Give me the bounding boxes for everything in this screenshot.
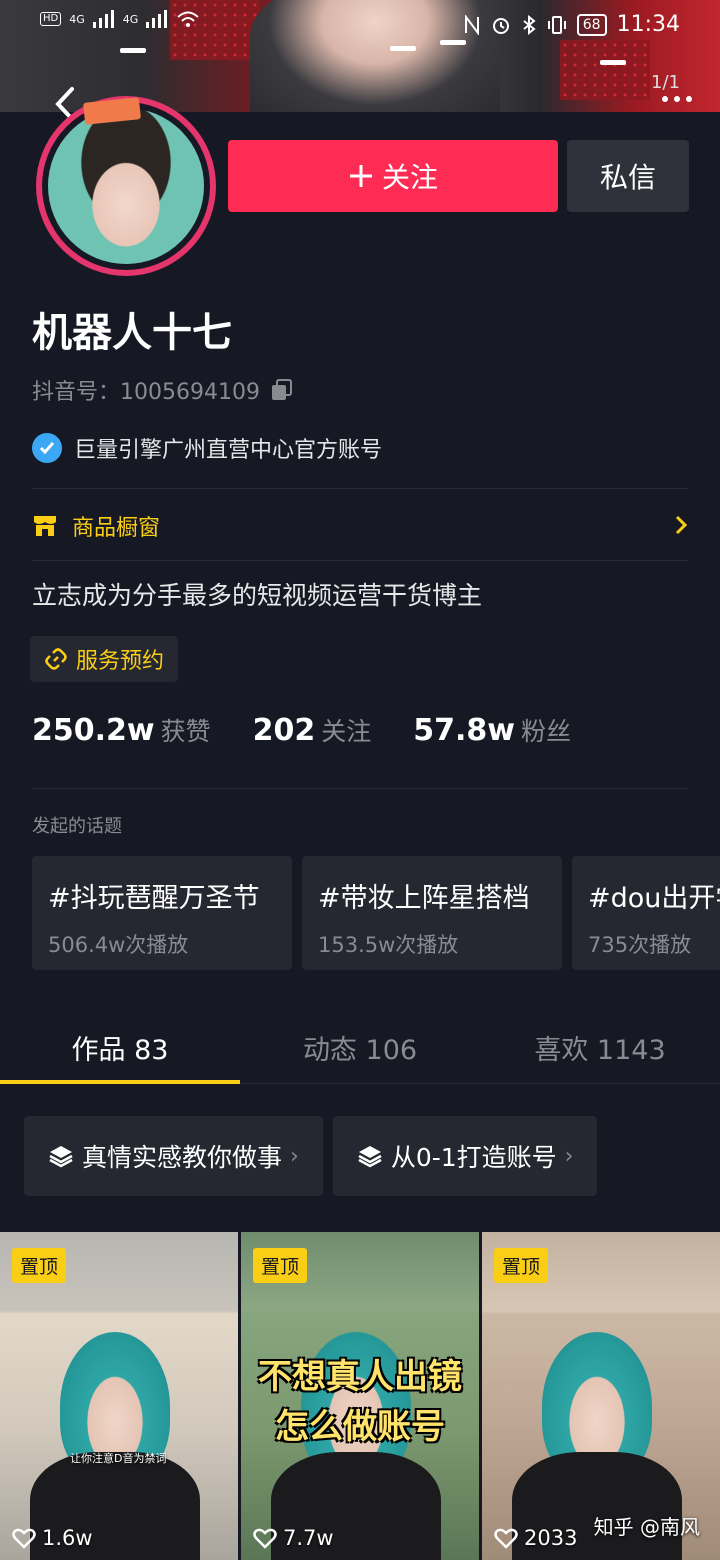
status-bar: HD 4G 4G 68 11:34 <box>0 0 720 50</box>
divider <box>32 488 688 489</box>
follow-button[interactable]: 关注 <box>228 140 558 212</box>
avatar-photo <box>48 108 204 264</box>
pinned-badge: 置顶 <box>494 1248 549 1283</box>
hd-indicator: HD <box>40 12 62 26</box>
divider <box>32 560 688 561</box>
nfc-icon <box>464 14 479 35</box>
battery-indicator: 68 <box>576 13 607 36</box>
chevron-right-icon <box>675 515 688 535</box>
tab-activity[interactable]: 动态 106 <box>240 1008 480 1083</box>
profile-tabs: 作品 83 动态 106 喜欢 1143 <box>0 1008 720 1084</box>
wifi-icon <box>177 11 199 27</box>
follow-label: 关注 <box>381 161 438 194</box>
topics-list: #抖玩琶醒万圣节 506.4w次播放 #带妆上阵星搭档 153.5w次播放 #d… <box>32 856 720 970</box>
verified-row: 巨量引擎广州直营中心官方账号 <box>32 432 382 464</box>
verified-text: 巨量引擎广州直营中心官方账号 <box>74 438 383 463</box>
avatar[interactable] <box>36 96 216 276</box>
copy-icon[interactable] <box>270 378 294 402</box>
more-icon[interactable] <box>662 96 692 102</box>
stat-followers[interactable]: 57.8w 粉丝 <box>413 712 571 748</box>
shop-window-link[interactable]: 商品橱窗 <box>32 508 688 544</box>
shop-icon <box>34 516 56 536</box>
douyin-id: 抖音号：1005694109 <box>32 380 260 405</box>
topics-title: 发起的话题 <box>32 816 122 837</box>
topic-card[interactable]: #dou出开学 735次播放 <box>572 856 720 970</box>
collection-label: 真情实感教你做事 <box>82 1143 283 1172</box>
video-likes: 2033 <box>494 1526 577 1550</box>
banner-decoration <box>600 60 626 65</box>
chevron-right-icon: › <box>290 1143 299 1169</box>
pinned-badge: 置顶 <box>253 1248 308 1283</box>
video-likes: 1.6w <box>12 1526 93 1550</box>
stat-following[interactable]: 202 关注 <box>253 712 372 748</box>
layers-icon <box>358 1146 382 1168</box>
alarm-icon <box>492 17 509 34</box>
plus-icon <box>349 165 372 187</box>
topic-plays: 153.5w次播放 <box>318 933 459 957</box>
video-caption: 让你注意D音为禁词 <box>70 1452 167 1465</box>
link-icon <box>45 648 67 670</box>
signal-icon <box>146 10 168 28</box>
heart-icon <box>494 1528 518 1549</box>
topic-card[interactable]: #带妆上阵星搭档 153.5w次播放 <box>302 856 562 970</box>
banner-pager: 1/1 <box>651 72 680 93</box>
topic-card[interactable]: #抖玩琶醒万圣节 506.4w次播放 <box>32 856 292 970</box>
collections-row: 真情实感教你做事 › 从0-1打造账号 › <box>24 1116 598 1196</box>
topic-plays: 506.4w次播放 <box>48 933 189 957</box>
video-tile[interactable]: 置顶 不想真人出镜怎么做账号 7.7w <box>241 1232 479 1560</box>
topic-name: #带妆上阵星搭档 <box>318 883 530 914</box>
clock: 11:34 <box>616 12 680 37</box>
pinned-badge: 置顶 <box>12 1248 67 1283</box>
stat-likes[interactable]: 250.2w 获赞 <box>32 712 211 748</box>
topic-plays: 735次播放 <box>588 933 692 957</box>
service-label: 服务预约 <box>76 649 165 674</box>
heart-icon <box>253 1528 277 1549</box>
video-title-overlay: 不想真人出镜怎么做账号 <box>258 1357 462 1447</box>
chevron-right-icon: › <box>564 1143 574 1169</box>
service-booking-button[interactable]: 服务预约 <box>30 636 179 682</box>
shop-label: 商品橱窗 <box>72 516 161 541</box>
video-likes: 7.7w <box>253 1526 334 1550</box>
watermark: 知乎 @南风 <box>593 1515 700 1539</box>
profile-stats: 250.2w 获赞 202 关注 57.8w 粉丝 <box>32 712 571 748</box>
message-button[interactable]: 私信 <box>567 140 689 212</box>
verified-icon <box>32 433 62 463</box>
topic-name: #抖玩琶醒万圣节 <box>48 883 260 914</box>
tab-likes[interactable]: 喜欢 1143 <box>480 1008 720 1083</box>
tab-works[interactable]: 作品 83 <box>0 1008 240 1084</box>
layers-icon <box>49 1146 73 1168</box>
profile-bio: 立志成为分手最多的短视频运营干货博主 <box>32 581 483 610</box>
vibrate-icon <box>547 15 566 34</box>
heart-icon <box>12 1528 36 1549</box>
douyin-id-row: 抖音号：1005694109 <box>32 374 294 406</box>
collection-chip[interactable]: 从0-1打造账号 › <box>332 1116 598 1196</box>
profile-name: 机器人十七 <box>32 310 232 356</box>
video-tile[interactable]: 置顶 让你注意D音为禁词 1.6w <box>0 1232 238 1560</box>
divider <box>32 788 688 789</box>
signal-icon <box>92 10 114 28</box>
signal-label: 4G <box>69 12 85 26</box>
collection-label: 从0-1打造账号 <box>390 1143 557 1172</box>
signal-label: 4G <box>122 12 139 26</box>
topic-name: #dou出开学 <box>588 883 720 914</box>
collection-chip[interactable]: 真情实感教你做事 › <box>24 1116 323 1196</box>
message-label: 私信 <box>599 161 656 194</box>
bluetooth-icon <box>523 14 536 35</box>
